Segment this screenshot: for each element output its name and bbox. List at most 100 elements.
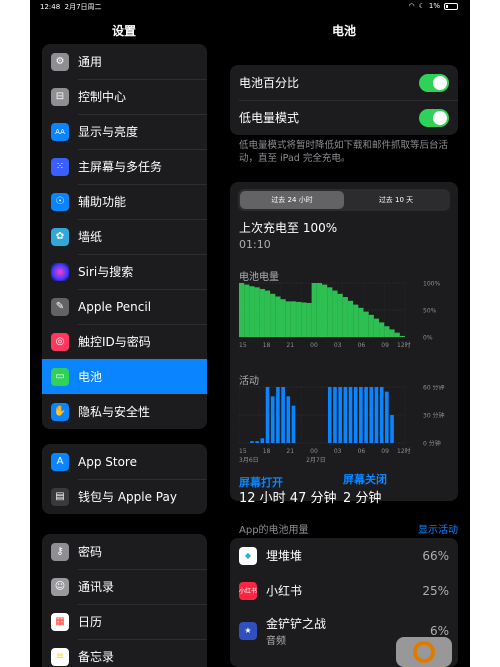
x-tick-label: 12时 — [397, 447, 411, 455]
fingerprint-icon: ◎ — [51, 332, 69, 351]
pencil-icon: ✎ — [51, 297, 69, 316]
level-bar — [332, 290, 338, 337]
level-bar — [301, 302, 307, 337]
maiduidui-icon: ◆ — [239, 546, 257, 565]
activity-chart: 60 分钟 30 分钟 0 分钟 15 18 21 00 03 06 09 12时 3月6日 2月7日 — [239, 385, 445, 464]
screen-off-time: 2 分钟 — [343, 491, 382, 506]
contacts-icon: ☺ — [51, 577, 69, 596]
level-bar — [368, 314, 374, 337]
activity-bar — [369, 387, 374, 443]
level-bar — [254, 287, 260, 337]
show-activity-button[interactable]: 显示活动 — [418, 521, 458, 536]
wallet-icon: ▤ — [51, 487, 69, 506]
sidebar-item-control-center[interactable]: ⊟ 控制中心 — [42, 79, 207, 114]
sidebar-group-apps: ⚷ 密码 ☺ 通讯录 ▦ 日历 ≡ 备忘录 — [42, 534, 207, 667]
brightness-icon: AA — [51, 122, 69, 141]
notes-icon: ≡ — [51, 647, 69, 666]
time-range-segmented-control: 过去 24 小时 过去 10 天 — [238, 189, 450, 211]
key-icon: ⚷ — [51, 542, 69, 561]
app-usage-label: App的电池用量 — [239, 525, 309, 536]
sidebar-title: 设置 — [111, 24, 136, 38]
x-tick-label: 12时 — [397, 341, 411, 349]
level-bar — [264, 290, 271, 337]
sidebar-item-contacts[interactable]: ☺ 通讯录 — [42, 569, 207, 604]
sidebar-item-app-store[interactable]: A App Store — [42, 444, 207, 479]
y-tick-label: 50% — [423, 308, 437, 315]
level-bar — [384, 326, 390, 337]
sidebar-item-wallet[interactable]: ▤ 钱包与 Apple Pay — [42, 479, 207, 514]
level-bar — [306, 302, 312, 337]
battery-usage-card: 过去 24 小时 过去 10 天 上次充电至 100% 01:10 电池电量 1… — [230, 182, 458, 501]
level-bar — [316, 283, 322, 337]
sidebar-item-notes[interactable]: ≡ 备忘录 — [42, 639, 207, 667]
sidebar-item-wallpaper[interactable]: ✿ 墙纸 — [42, 219, 207, 254]
sidebar-item-calendar[interactable]: ▦ 日历 — [42, 604, 207, 639]
level-bar — [275, 296, 281, 337]
level-bar — [285, 301, 291, 337]
level-bar — [389, 329, 395, 337]
last-charge-time: 01:10 — [239, 238, 271, 251]
sidebar-item-home-screen[interactable]: ⁙ 主屏幕与多任务 — [42, 149, 207, 184]
app-row[interactable]: ◆ 埋堆堆 66% — [230, 538, 458, 573]
activity-bar — [359, 387, 363, 443]
segment-24h[interactable]: 过去 24 小时 — [240, 191, 344, 209]
activity-bar — [265, 387, 270, 443]
x-tick-label: 09 — [381, 448, 389, 455]
level-bar — [379, 322, 385, 337]
activity-bar — [276, 387, 280, 443]
sidebar-item-apple-pencil[interactable]: ✎ Apple Pencil — [42, 289, 207, 324]
battery-percentage-row: 电池百分比 — [230, 65, 458, 100]
battery-level-chart: 100% 50% 0% 15 18 21 00 03 06 09 12时 — [239, 281, 440, 349]
sidebar-item-general[interactable]: ⚙ 通用 — [42, 44, 207, 79]
activity-bar — [348, 387, 353, 443]
activity-bar — [250, 441, 254, 443]
xiaohongshu-icon: 小红书 — [239, 581, 257, 600]
activity-bar — [286, 396, 291, 443]
sidebar-item-accessibility[interactable]: ☉ 辅助功能 — [42, 184, 207, 219]
status-bar: 12:48 2月7日周二 ◠ ☾ 1% — [30, 0, 470, 14]
level-bar — [337, 293, 343, 337]
siri-icon — [51, 262, 69, 281]
battery-percent: 1% — [428, 2, 440, 10]
last-charge-label: 上次充电至 100% — [239, 221, 338, 235]
battery-percentage-switch[interactable] — [419, 73, 449, 92]
battery-icon: ▭ — [51, 367, 69, 386]
level-bar — [342, 297, 348, 337]
low-power-row: 低电量模式 — [230, 100, 458, 135]
x-tick-label: 03 — [334, 448, 342, 455]
sidebar-item-battery[interactable]: ▭ 电池 — [42, 359, 207, 394]
low-power-note: 低电量模式将暂时降低如下载和邮件抓取等后台活动，直至 iPad 完全充电。 — [239, 140, 449, 164]
switches-icon: ⊟ — [51, 87, 69, 106]
app-row[interactable]: 小红书 小红书 25% — [230, 573, 458, 608]
x-date-label: 3月6日 — [239, 457, 259, 464]
activity-bar — [255, 441, 259, 443]
sidebar-item-display[interactable]: AA 显示与亮度 — [42, 114, 207, 149]
activity-bar — [333, 387, 337, 443]
level-bar — [373, 318, 380, 337]
sidebar-item-passwords[interactable]: ⚷ 密码 — [42, 534, 207, 569]
segment-10d[interactable]: 过去 10 天 — [344, 191, 448, 209]
sidebar-item-privacy[interactable]: ✋ 隐私与安全性 — [42, 394, 207, 429]
level-bar — [322, 284, 328, 337]
x-tick-label: 03 — [334, 342, 342, 349]
activity-bar — [343, 387, 348, 443]
screen-off-label: 屏幕关闭 — [343, 473, 387, 486]
sidebar-group-main: ⚙ 通用 ⊟ 控制中心 AA 显示与亮度 ⁙ 主屏幕与多任务 ☉ 辅助功能 ✿ 墙纸 Sir… — [42, 44, 207, 429]
low-power-switch[interactable] — [419, 108, 449, 127]
level-bar — [249, 286, 255, 337]
sidebar-item-touch-id[interactable]: ◎ 触控ID与密码 — [42, 324, 207, 359]
sidebar-item-siri[interactable]: Siri与搜索 — [42, 254, 207, 289]
activity-bar — [379, 387, 384, 443]
activity-bar — [281, 387, 285, 443]
game-icon: ★ — [239, 621, 257, 640]
activity-bar — [327, 387, 332, 443]
x-tick-label: 15 — [239, 448, 247, 455]
level-bar — [353, 304, 359, 337]
x-tick-label: 09 — [381, 342, 389, 349]
activity-bar — [260, 438, 265, 443]
x-tick-label: 15 — [239, 342, 247, 349]
activity-bar — [270, 396, 275, 443]
focus-icon: ☾ — [418, 2, 425, 10]
x-tick-label: 18 — [263, 342, 271, 349]
wallpaper-icon: ✿ — [51, 227, 69, 246]
